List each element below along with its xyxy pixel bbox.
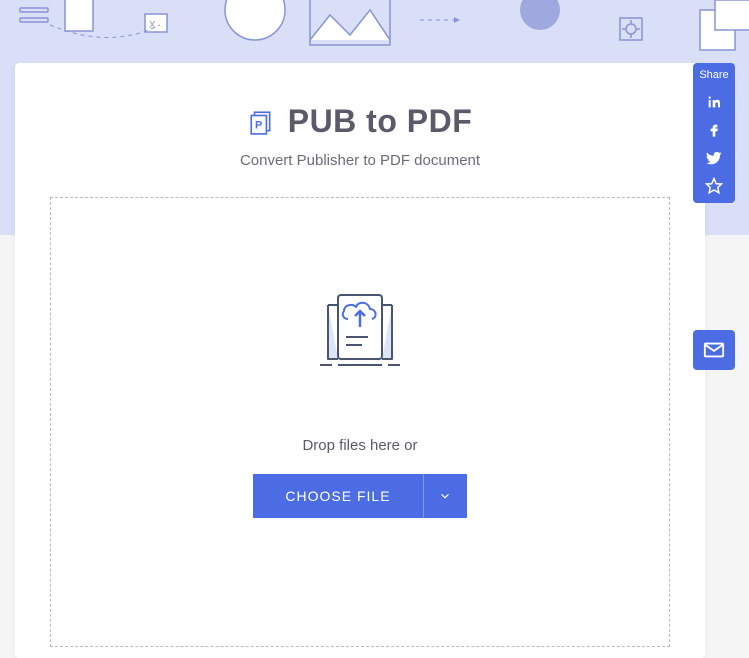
upload-illustration-icon — [310, 287, 410, 377]
star-icon[interactable] — [705, 177, 723, 195]
choose-file-group: CHOOSE FILE — [253, 474, 466, 518]
chevron-down-icon — [438, 489, 452, 503]
feedback-button[interactable] — [693, 330, 735, 370]
title-row: P PUB to PDF — [15, 103, 705, 140]
file-dropzone[interactable]: Drop files here or CHOOSE FILE — [50, 197, 670, 647]
share-panel: Share — [693, 63, 735, 203]
mail-icon — [703, 339, 725, 361]
main-card: P PUB to PDF Convert Publisher to PDF do… — [15, 63, 705, 658]
page-title: PUB to PDF — [288, 103, 473, 140]
share-label: Share — [699, 67, 728, 83]
svg-text:P: P — [255, 119, 262, 131]
linkedin-icon[interactable] — [705, 93, 723, 111]
page-subtitle: Convert Publisher to PDF document — [15, 152, 705, 169]
facebook-icon[interactable] — [705, 121, 723, 139]
twitter-icon[interactable] — [705, 149, 723, 167]
pub-icon: P — [248, 109, 274, 135]
drop-instruction: Drop files here or — [302, 437, 417, 454]
svg-text:X: X — [149, 20, 156, 31]
choose-file-dropdown[interactable] — [423, 474, 467, 518]
choose-file-button[interactable]: CHOOSE FILE — [253, 474, 422, 518]
